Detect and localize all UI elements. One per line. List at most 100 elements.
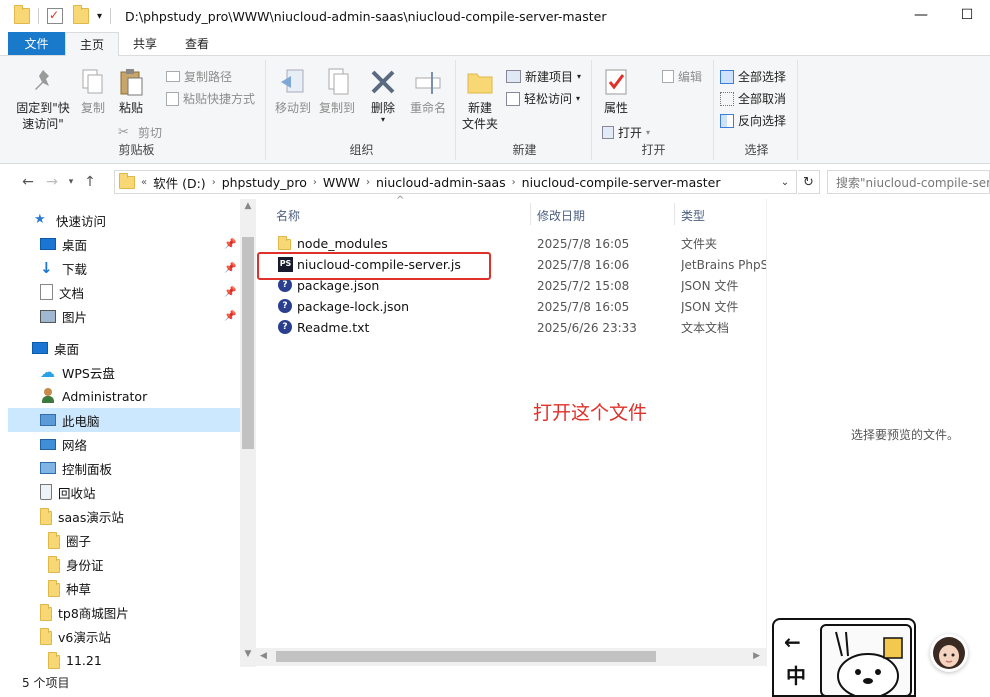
column-divider[interactable]	[530, 203, 531, 225]
file-list-horizontal-scrollbar[interactable]: ◀ ▶	[256, 648, 766, 666]
column-header-name[interactable]: 名称	[276, 204, 300, 226]
navigation-bar: ← → ▾ ↑ « 软件 (D:) › phpstudy_pro › WWW ›…	[0, 165, 990, 199]
nav-item-pictures[interactable]: 图片	[40, 304, 87, 328]
pin-icon[interactable]: 📌	[224, 239, 236, 250]
desktop-icon	[32, 342, 48, 354]
delete-button[interactable]: 删除 ▾	[366, 66, 400, 124]
chevron-right-icon[interactable]: ›	[313, 177, 317, 188]
chevron-right-icon[interactable]: ›	[366, 177, 370, 188]
nav-item-grass[interactable]: 种草	[48, 576, 91, 600]
pin-quick-access-button[interactable]: 固定到"快 速访问"	[12, 66, 74, 132]
file-date: 2025/7/8 16:06	[537, 257, 630, 272]
copy-to-button[interactable]: 复制到	[316, 66, 358, 116]
pin-icon[interactable]: 📌	[224, 287, 236, 298]
paste-button[interactable]: 粘贴	[114, 66, 148, 116]
chevron-right-icon[interactable]: ›	[212, 177, 216, 188]
file-row[interactable]: ? package-lock.json 2025/7/8 16:05 JSON …	[274, 296, 766, 317]
cut-button[interactable]: ✂ 剪切	[118, 124, 162, 141]
floating-widget[interactable]: ← 中	[772, 618, 916, 697]
copy-button[interactable]: 复制	[76, 66, 110, 116]
recent-locations-icon[interactable]: ▾	[64, 177, 78, 187]
scroll-left-icon[interactable]: ◀	[260, 651, 267, 661]
open-button[interactable]: 打开 ▾	[602, 124, 650, 141]
nav-item-circle[interactable]: 圈子	[48, 528, 91, 552]
file-date: 2025/7/8 16:05	[537, 236, 630, 251]
select-none-button[interactable]: 全部取消	[720, 90, 786, 107]
new-item-button[interactable]: 新建项目 ▾	[506, 68, 581, 85]
scroll-up-icon[interactable]: ▲	[240, 201, 256, 217]
maximize-button[interactable]: ☐	[944, 0, 990, 30]
tab-file[interactable]: 文件	[8, 32, 65, 55]
column-header-type[interactable]: 类型	[681, 204, 705, 226]
nav-item-this-pc[interactable]: 此电脑	[8, 408, 240, 432]
overflow-chevron-icon[interactable]: «	[141, 177, 147, 188]
nav-item-network[interactable]: 网络	[40, 432, 87, 456]
tab-share[interactable]: 共享	[119, 32, 171, 55]
nav-item-documents[interactable]: 文档	[40, 280, 84, 304]
nav-item-id-card[interactable]: 身份证	[48, 552, 104, 576]
nav-item-downloads[interactable]: ↓ 下载	[40, 256, 87, 280]
nav-label: 圈子	[66, 533, 92, 549]
breadcrumb-current[interactable]: niucloud-compile-server-master	[522, 175, 721, 190]
properties-icon[interactable]	[47, 8, 63, 24]
back-button[interactable]: ←	[16, 174, 40, 190]
file-row[interactable]: ? Readme.txt 2025/6/26 23:33 文本文档	[274, 317, 766, 338]
nav-label: tp8商城图片	[58, 605, 129, 621]
chevron-right-icon[interactable]: ›	[512, 177, 516, 188]
chevron-down-icon[interactable]: ▾	[97, 11, 102, 22]
new-folder-button[interactable]: 新建 文件夹	[460, 66, 500, 132]
scroll-right-icon[interactable]: ▶	[753, 651, 760, 661]
search-input[interactable]: 搜索"niucloud-compile-server-master"	[827, 170, 990, 194]
paste-shortcut-button[interactable]: 粘贴快捷方式	[166, 90, 255, 107]
select-all-button[interactable]: 全部选择	[720, 68, 786, 85]
new-folder-icon[interactable]	[73, 5, 89, 24]
clipboard-group: 固定到"快 速访问" 复制 粘贴 复制路径 粘贴快捷方式 ✂ 剪切 剪贴板	[8, 60, 266, 160]
column-header-date[interactable]: 修改日期	[537, 204, 585, 226]
delete-label: 删除	[370, 101, 395, 115]
nav-item-quick-access[interactable]: ★ 快速访问	[34, 208, 106, 232]
nav-item-saas-demo[interactable]: saas演示站	[40, 504, 124, 528]
properties-button[interactable]: 属性	[598, 66, 634, 116]
chevron-down-icon[interactable]: ⌄	[774, 171, 796, 193]
nav-item-wps-cloud[interactable]: ☁ WPS云盘	[40, 360, 115, 384]
breadcrumb-niucloud-admin[interactable]: niucloud-admin-saas	[376, 175, 506, 190]
edit-button[interactable]: 编辑	[662, 68, 702, 85]
invert-selection-button[interactable]: 反向选择	[720, 112, 786, 129]
nav-scrollbar-thumb[interactable]	[242, 237, 254, 449]
up-button[interactable]: ↑	[78, 174, 102, 190]
breadcrumb-phpstudy[interactable]: phpstudy_pro	[222, 175, 307, 190]
tab-home[interactable]: 主页	[65, 32, 120, 56]
nav-scrollbar[interactable]: ▲ ▼	[240, 199, 256, 667]
column-divider[interactable]	[674, 203, 675, 225]
nav-item-administrator[interactable]: Administrator	[40, 384, 147, 408]
breadcrumb-www[interactable]: WWW	[323, 175, 360, 190]
copy-path-button[interactable]: 复制路径	[166, 68, 232, 85]
nav-item-control-panel[interactable]: 控制面板	[40, 456, 112, 480]
pin-icon[interactable]: 📌	[224, 311, 236, 322]
breadcrumb-drive[interactable]: 软件 (D:)	[153, 173, 206, 192]
document-icon	[40, 284, 53, 300]
refresh-button[interactable]: ↻	[798, 170, 820, 194]
easy-access-button[interactable]: 轻松访问 ▾	[506, 90, 580, 107]
user-avatar[interactable]	[930, 634, 968, 672]
nav-item-tp8-images[interactable]: tp8商城图片	[40, 600, 129, 624]
language-toggle[interactable]: 中	[786, 660, 806, 689]
scroll-down-icon[interactable]: ▼	[240, 649, 256, 665]
move-to-button[interactable]: 移动到	[272, 66, 314, 116]
nav-item-desktop[interactable]: 桌面	[40, 232, 87, 256]
file-list-scrollbar-thumb[interactable]	[276, 651, 656, 662]
nav-item-desktop-root[interactable]: 桌面	[32, 336, 79, 360]
back-arrow-icon[interactable]: ←	[784, 630, 801, 654]
folder-icon[interactable]	[14, 5, 30, 24]
cloud-icon: ☁	[40, 363, 55, 381]
tab-view[interactable]: 查看	[171, 32, 223, 55]
nav-item-recycle-bin[interactable]: 回收站	[40, 480, 96, 504]
pin-icon[interactable]: 📌	[224, 263, 236, 274]
rename-button[interactable]: 重命名	[406, 66, 450, 116]
address-bar[interactable]: « 软件 (D:) › phpstudy_pro › WWW › niuclou…	[114, 170, 797, 194]
minimize-button[interactable]: —	[898, 0, 944, 30]
nav-item-v6-demo[interactable]: v6演示站	[40, 624, 111, 648]
forward-button[interactable]: →	[40, 174, 64, 190]
file-row[interactable]: node_modules 2025/7/8 16:05 文件夹	[274, 233, 766, 254]
invert-selection-label: 反向选择	[738, 114, 787, 128]
